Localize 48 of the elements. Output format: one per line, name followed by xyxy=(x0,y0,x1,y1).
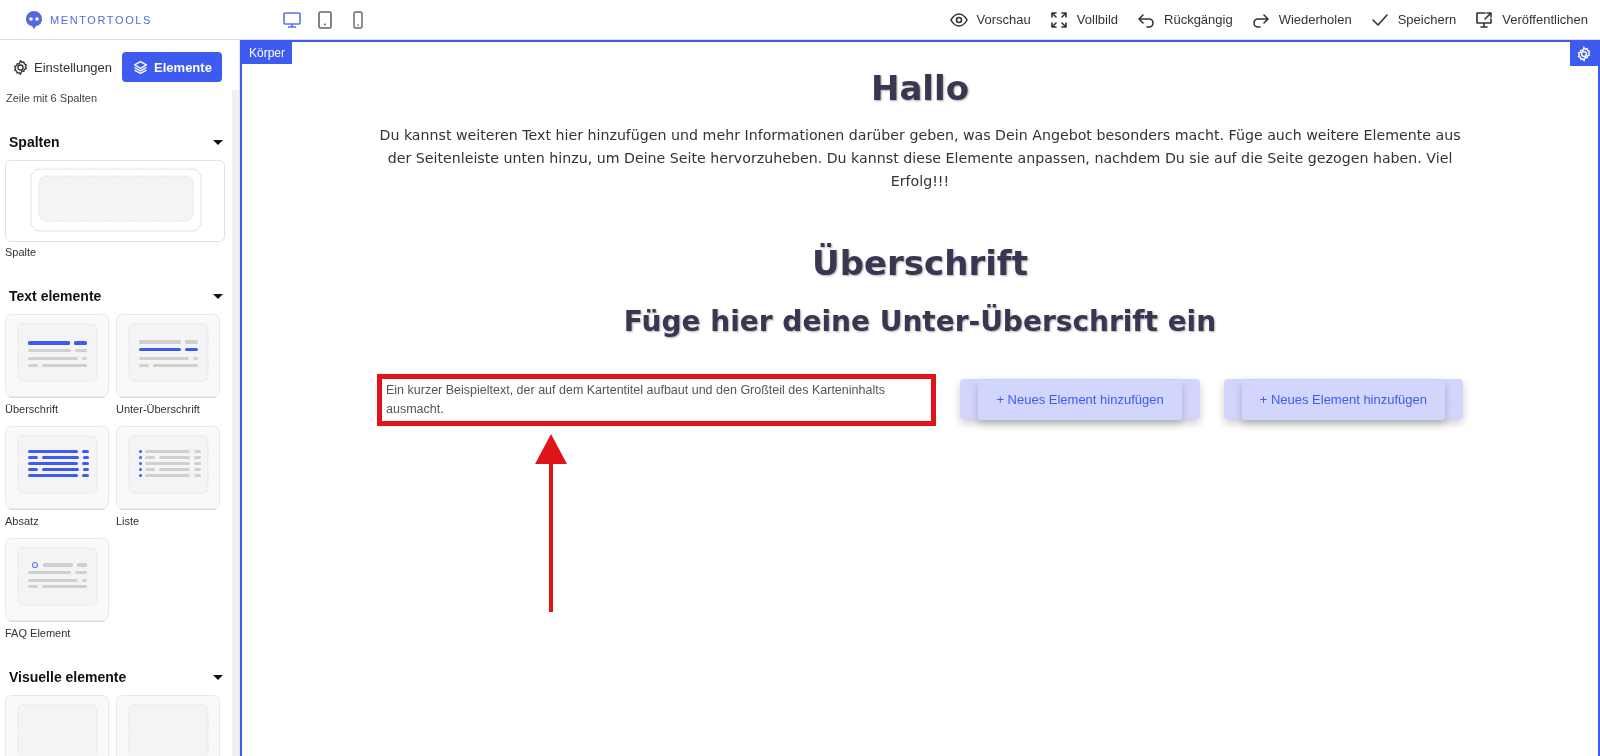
desktop-icon[interactable] xyxy=(282,9,302,30)
toolbar-button[interactable]: Veröffentlichen xyxy=(1470,9,1592,30)
section-heading[interactable]: Visuelle elemente xyxy=(9,669,127,685)
faq-thumbnail[interactable] xyxy=(5,538,109,623)
caret-icon[interactable] xyxy=(212,292,224,300)
section-heading[interactable]: Text elemente xyxy=(9,288,102,304)
subheading: Füge hier deine Unter-Überschrift ein xyxy=(623,305,1217,338)
settings-button[interactable] xyxy=(1570,42,1598,66)
heading-thumbnail[interactable] xyxy=(5,314,109,399)
column-thumbnail[interactable] xyxy=(5,160,225,242)
caret-icon[interactable] xyxy=(212,138,224,146)
tablet-icon[interactable] xyxy=(315,9,335,30)
paragraph-thumbnail[interactable] xyxy=(5,426,109,511)
section-heading[interactable]: Spalten xyxy=(9,134,60,150)
logo-text: MENTORTOOLS xyxy=(50,13,152,26)
settings-icon xyxy=(12,58,29,76)
element-label: FAQ Element xyxy=(5,627,72,639)
sidebar-tab[interactable]: Einstellungen xyxy=(12,52,117,82)
heading: Überschrift xyxy=(812,243,1028,283)
toolbar-button[interactable]: Vorschau xyxy=(944,9,1035,30)
element-thumbnail[interactable] xyxy=(116,695,220,756)
element-label: Zeile mit 6 Spalten xyxy=(5,91,99,104)
intro-paragraph: Du kannst weiteren Text hier hinzufügen und mehr Informationen darüber geben, was Dein Angebot besonders macht. Füge auch weitere Elemente aus der Seitenleiste unten hinzu, um Deine Seite hervorzuheben. Du kannst diese Elemente anpassen, nachdem Du sie auf die Seite gezogen haben. Viel Erfolg!!! xyxy=(378,126,1462,191)
element-label: Liste xyxy=(116,515,141,527)
settings-icon xyxy=(1576,46,1592,62)
element-label: Überschrift xyxy=(5,403,60,415)
subheading-thumbnail[interactable] xyxy=(116,314,220,399)
monitor-arrow-icon xyxy=(1474,9,1495,30)
body-tag[interactable]: Körper xyxy=(242,42,293,64)
sidebar-tab[interactable]: Elemente xyxy=(122,52,222,82)
add-element-button[interactable]: + Neues Element hinzufügen xyxy=(978,379,1182,420)
element-label: Spalte xyxy=(5,246,38,258)
add-element-button[interactable]: + Neues Element hinzufügen xyxy=(1241,379,1445,420)
element-thumbnail[interactable] xyxy=(5,695,109,756)
toolbar-button[interactable]: Wiederholen xyxy=(1246,9,1356,30)
caret-icon[interactable] xyxy=(212,673,224,681)
toolbar-button[interactable]: Speichern xyxy=(1365,9,1461,30)
card-text: Ein kurzer Beispieltext, der auf dem Kartentitel aufbaut und den Großteil des Karteninhalts ausmacht. xyxy=(385,382,886,418)
list-thumbnail[interactable] xyxy=(116,426,220,511)
layers-icon xyxy=(132,58,150,76)
robot-logo-icon xyxy=(24,9,44,30)
toolbar-button[interactable]: Rückgängig xyxy=(1132,9,1237,30)
scrollbar[interactable] xyxy=(232,90,239,756)
toolbar-button[interactable]: Vollbild xyxy=(1044,9,1122,30)
element-label: Unter-Überschrift xyxy=(116,403,201,415)
expand-icon xyxy=(1048,9,1069,30)
element-label: Absatz xyxy=(5,515,40,527)
page-title: Hallo xyxy=(870,68,970,108)
